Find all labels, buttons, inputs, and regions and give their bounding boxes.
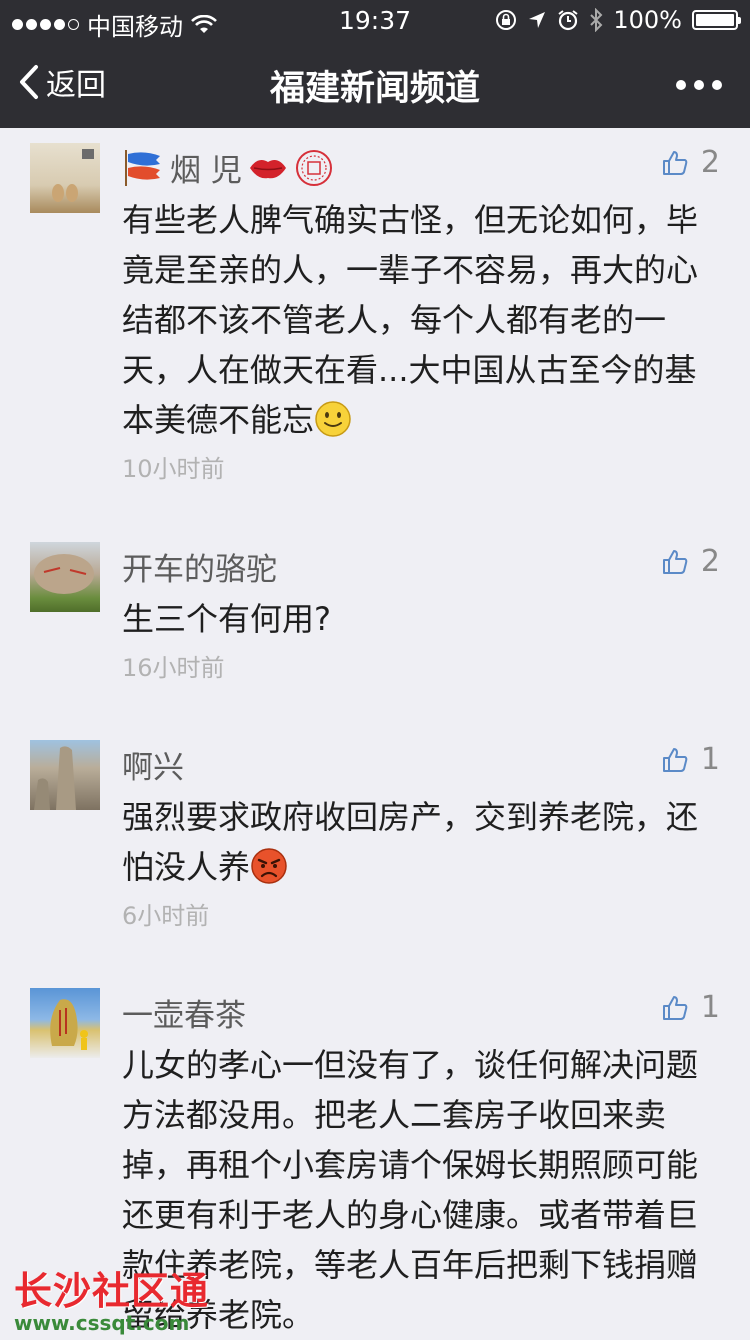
battery-percent: 100% xyxy=(613,6,682,34)
comment-body: 强烈要求政府收回房产，交到养老院，还怕没人养 xyxy=(122,798,699,886)
like-button[interactable]: 1 xyxy=(661,990,720,1025)
nav-bar: 返回 福建新闻频道 xyxy=(0,40,750,128)
commenter-name[interactable]: 一壶春茶 xyxy=(122,990,246,1035)
avatar[interactable] xyxy=(30,542,100,612)
angry-emoji-icon xyxy=(251,848,287,884)
smile-emoji-icon xyxy=(315,401,351,437)
thumbs-up-icon xyxy=(662,150,688,175)
bluetooth-icon xyxy=(590,8,603,32)
more-menu-button[interactable] xyxy=(676,80,722,90)
watermark-url: www.cssqt.com xyxy=(14,1311,190,1335)
more-icon xyxy=(676,80,686,90)
thumbs-up-icon xyxy=(662,747,688,772)
lips-icon xyxy=(249,159,286,178)
alarm-icon xyxy=(558,10,578,31)
commenter-name[interactable]: 开车的骆驼 xyxy=(122,544,277,589)
rotation-lock-icon xyxy=(496,10,517,30)
like-count: 1 xyxy=(700,990,720,1025)
like-count: 1 xyxy=(700,742,720,777)
like-button[interactable]: 2 xyxy=(661,544,720,579)
comment-body: 生三个有何用? xyxy=(122,600,331,638)
site-watermark: 长沙社区通 www.cssqt.com xyxy=(14,1260,209,1335)
thumbs-up-icon xyxy=(662,995,688,1020)
like-count: 2 xyxy=(700,544,720,579)
like-button[interactable]: 2 xyxy=(661,145,720,180)
avatar[interactable] xyxy=(30,740,100,810)
like-count: 2 xyxy=(700,145,720,180)
location-arrow-icon xyxy=(529,12,546,28)
seal-stamp-icon xyxy=(295,149,332,186)
avatar[interactable] xyxy=(30,988,100,1058)
page-title: 福建新闻频道 xyxy=(269,69,480,109)
comment-body: 有些老人脾气确实古怪，但无论如何，毕竟是至亲的人，一辈子不容易，再大的心结都不该… xyxy=(122,201,699,439)
comment-body: 儿女的孝心一但没有了，谈任何解决问题方法都没用。把老人二套房子收回来卖掉，再租个… xyxy=(122,1046,699,1334)
comment-time: 16小时前 xyxy=(122,654,225,682)
avatar[interactable] xyxy=(30,143,100,213)
commenter-name[interactable]: 烟 児 xyxy=(122,145,334,190)
like-button[interactable]: 1 xyxy=(661,742,720,777)
thumbs-up-icon xyxy=(662,549,688,574)
comment-time: 10小时前 xyxy=(122,455,225,483)
comment-time: 6小时前 xyxy=(122,902,210,930)
status-bar: 中国移动 19:37 100% xyxy=(0,0,750,41)
watermark-name: 长沙社区通 xyxy=(14,1269,210,1313)
battery-icon xyxy=(692,10,741,30)
commenter-name[interactable]: 啊兴 xyxy=(122,742,184,787)
carp-streamer-icon xyxy=(125,149,160,186)
